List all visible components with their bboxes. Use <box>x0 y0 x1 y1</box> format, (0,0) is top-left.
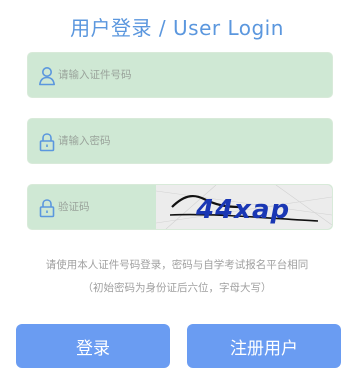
password-field[interactable] <box>27 118 333 164</box>
lock-icon <box>38 198 56 218</box>
password-hint: （初始密码为身份证后六位，字母大写） <box>82 282 272 294</box>
captcha-text: 44xap <box>195 195 290 225</box>
captcha-image[interactable]: 44xap <box>156 185 332 229</box>
register-button[interactable]: 注册用户 <box>187 324 341 368</box>
password-input[interactable] <box>58 119 258 163</box>
id-number-field[interactable] <box>27 52 333 98</box>
id-number-input[interactable] <box>58 53 258 97</box>
login-button[interactable]: 登录 <box>16 324 170 368</box>
login-hint: 请使用本人证件号码登录，密码与自学考试报名平台相同 <box>45 259 309 271</box>
user-icon <box>38 66 56 86</box>
page-title: 用户登录 / User Login <box>70 16 284 40</box>
login-page: 用户登录 / User Login 请输入证件号码 验证码 44xap 请使用本… <box>0 0 354 380</box>
captcha-field[interactable]: 44xap <box>27 184 333 230</box>
lock-icon <box>38 132 56 152</box>
